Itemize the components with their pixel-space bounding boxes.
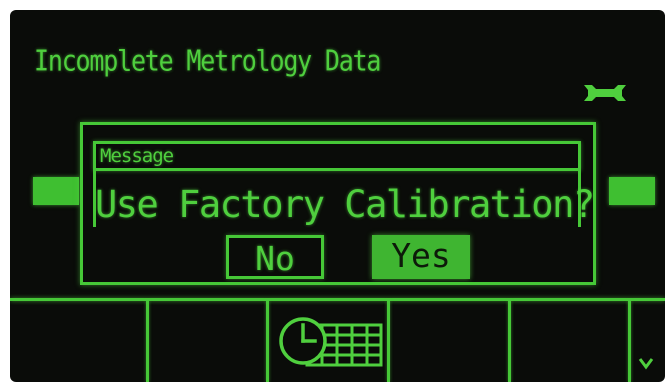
softkey-2[interactable]	[149, 301, 266, 382]
softkey-3-clock[interactable]	[269, 301, 387, 382]
message-dialog: Message Use Factory Calibration? No Yes	[80, 122, 596, 285]
page-title: Incomplete Metrology Data	[34, 44, 381, 78]
terminal-display: Incomplete Metrology Data Message Use Fa…	[10, 10, 665, 382]
softkey-4[interactable]	[390, 301, 508, 382]
dialog-header: Message	[93, 141, 581, 171]
dialog-title: Message	[100, 145, 174, 167]
yes-button[interactable]: Yes	[372, 235, 470, 279]
chevron-down-icon	[638, 358, 654, 370]
dialog-question: Use Factory Calibration?	[95, 183, 595, 226]
softkey-5[interactable]	[511, 301, 628, 382]
clock-calendar-icon	[279, 317, 383, 367]
right-scroll-indicator	[609, 177, 655, 205]
softkey-more[interactable]	[631, 301, 665, 382]
softkey-1[interactable]	[10, 301, 146, 382]
no-button[interactable]: No	[226, 235, 324, 279]
left-scroll-indicator	[33, 177, 79, 205]
wrench-icon	[584, 85, 626, 101]
